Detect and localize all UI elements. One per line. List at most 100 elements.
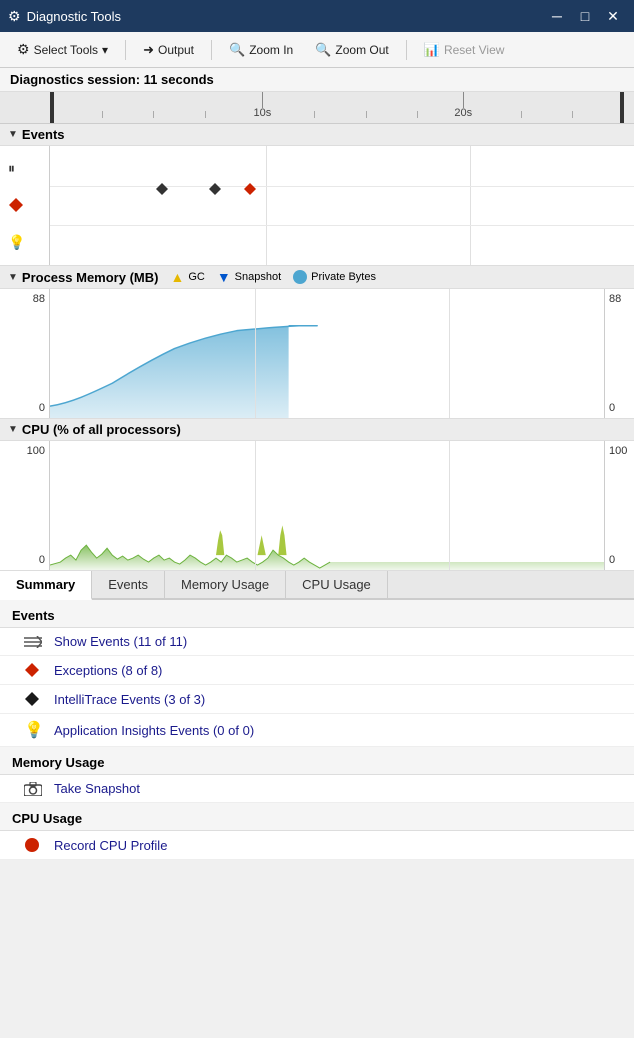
tab-summary[interactable]: Summary — [0, 571, 92, 600]
tab-cpu-usage[interactable]: CPU Usage — [286, 571, 388, 598]
events-h-sep-1 — [50, 186, 634, 187]
memory-y-min: 0 — [4, 402, 45, 414]
bottom-panel: Summary Events Memory Usage CPU Usage Ev… — [0, 571, 634, 860]
private-bytes-icon — [293, 270, 307, 284]
session-label: Diagnostics session: 11 seconds — [10, 72, 214, 87]
intellitrace-diamond-icon — [24, 691, 44, 707]
ruler-minor-tick-4 — [314, 111, 315, 119]
camera-icon — [24, 782, 44, 796]
record-icon — [24, 837, 44, 853]
events-y-axis: ⏸ 💡 — [0, 146, 50, 265]
legend-gc: ▲ GC — [170, 269, 204, 285]
events-header-title: ▼ Events — [8, 127, 65, 142]
summary-item-show-events[interactable]: Show Events (11 of 11) — [0, 628, 634, 656]
memory-area-chart — [50, 289, 604, 418]
toolbar: ⚙ Select Tools ▾ ➜ Output 🔍 Zoom In 🔍 Zo… — [0, 32, 634, 68]
memory-y-min-right: 0 — [609, 402, 630, 414]
summary-item-appinsights[interactable]: 💡 Application Insights Events (0 of 0) — [0, 714, 634, 747]
toolbar-separator-1 — [125, 40, 126, 60]
take-snapshot-text: Take Snapshot — [54, 781, 140, 796]
ruler-minor-tick-6 — [417, 111, 418, 119]
title-bar: ⚙ Diagnostic Tools ─ □ ✕ — [0, 0, 634, 32]
tab-events[interactable]: Events — [92, 571, 165, 598]
cpu-chart: 100 0 100 0 — [0, 441, 634, 571]
summary-cpu-title: CPU Usage — [0, 803, 634, 831]
events-vert-line-2 — [470, 146, 471, 265]
memory-title: Process Memory (MB) — [22, 270, 159, 285]
cpu-vert-1 — [255, 441, 256, 570]
summary-item-intellitrace[interactable]: IntelliTrace Events (3 of 3) — [0, 685, 634, 714]
memory-chart: 88 0 88 0 — [0, 289, 634, 419]
close-button[interactable]: ✕ — [600, 3, 626, 29]
intellitrace-event-2[interactable] — [208, 182, 222, 196]
memory-y-axis: 88 0 — [0, 289, 50, 418]
legend-snapshot: ▼ Snapshot — [217, 269, 281, 285]
timeline-end-marker — [620, 92, 624, 123]
ruler-minor-tick-1 — [102, 111, 103, 119]
events-plot — [50, 146, 634, 265]
minimize-button[interactable]: ─ — [544, 3, 570, 29]
show-events-text: Show Events (11 of 11) — [54, 634, 187, 649]
toolbar-separator-3 — [406, 40, 407, 60]
exception-event-1[interactable] — [243, 182, 257, 196]
appinsights-text: Application Insights Events (0 of 0) — [54, 723, 254, 738]
memory-y-axis-right: 88 0 — [604, 289, 634, 418]
zoom-in-label: Zoom In — [249, 43, 293, 57]
ruler-area: 10s 20s — [50, 92, 624, 123]
cpu-y-axis-right: 100 0 — [604, 441, 634, 570]
cpu-y-axis: 100 0 — [0, 441, 50, 570]
summary-memory-title: Memory Usage — [0, 747, 634, 775]
summary-item-exceptions[interactable]: Exceptions (8 of 8) — [0, 656, 634, 685]
zoom-out-button[interactable]: 🔍 Zoom Out — [306, 38, 398, 62]
summary-item-record-cpu[interactable]: Record CPU Profile — [0, 831, 634, 860]
events-collapse-arrow[interactable]: ▼ — [8, 129, 18, 140]
zoom-in-button[interactable]: 🔍 Zoom In — [220, 38, 302, 62]
select-tools-button[interactable]: ⚙ Select Tools ▾ — [8, 37, 117, 62]
events-section-header: ▼ Events — [0, 124, 634, 146]
zoom-out-icon: 🔍 — [315, 42, 331, 58]
maximize-button[interactable]: □ — [572, 3, 598, 29]
events-chart: ⏸ 💡 — [0, 146, 634, 266]
summary-item-take-snapshot[interactable]: Take Snapshot — [0, 775, 634, 803]
intellitrace-text: IntelliTrace Events (3 of 3) — [54, 692, 205, 707]
cpu-y-max: 100 — [4, 445, 45, 457]
output-button[interactable]: ➜ Output — [134, 38, 203, 62]
diagnostic-tools-icon: ⚙ — [8, 8, 21, 25]
cpu-section-header: ▼ CPU (% of all processors) — [0, 419, 634, 441]
cpu-y-min-right: 0 — [609, 554, 630, 566]
exception-icon — [8, 197, 45, 213]
cpu-header-title: ▼ CPU (% of all processors) — [8, 422, 181, 437]
private-bytes-label: Private Bytes — [311, 271, 376, 283]
reset-view-button[interactable]: 📊 Reset View — [415, 38, 514, 62]
summary-content: Events Show Events (11 of 11) Exceptions… — [0, 600, 634, 860]
appinsights-icon: 💡 — [8, 234, 45, 251]
timeline-ruler[interactable]: 10s 20s — [0, 92, 634, 124]
events-title: Events — [22, 127, 65, 142]
appinsights-bulb-icon: 💡 — [24, 720, 44, 740]
output-icon: ➜ — [143, 42, 154, 58]
snapshot-label: Snapshot — [235, 271, 281, 283]
snapshot-icon: ▼ — [217, 269, 231, 285]
gc-label: GC — [188, 271, 205, 283]
cpu-y-min: 0 — [4, 554, 45, 566]
tab-memory-usage[interactable]: Memory Usage — [165, 571, 286, 598]
memory-section-header: ▼ Process Memory (MB) ▲ GC ▼ Snapshot Pr… — [0, 266, 634, 289]
record-cpu-text: Record CPU Profile — [54, 838, 167, 853]
ruler-minor-tick-8 — [572, 111, 573, 119]
memory-y-max-right: 88 — [609, 293, 630, 305]
reset-view-label: Reset View — [444, 43, 504, 57]
ruler-tick-20s — [463, 92, 464, 108]
memory-collapse-arrow[interactable]: ▼ — [8, 272, 18, 283]
ruler-label-20s: 20s — [454, 107, 472, 119]
intellitrace-event-1[interactable] — [155, 182, 169, 196]
ruler-label-10s: 10s — [254, 107, 272, 119]
title-bar-text: Diagnostic Tools — [27, 9, 121, 24]
cpu-collapse-arrow[interactable]: ▼ — [8, 424, 18, 435]
cpu-area-chart — [50, 441, 604, 570]
legend-private-bytes: Private Bytes — [293, 270, 376, 284]
dropdown-arrow-icon: ▾ — [102, 43, 108, 57]
tabs-bar: Summary Events Memory Usage CPU Usage — [0, 571, 634, 600]
summary-events-title: Events — [0, 600, 634, 628]
memory-y-max: 88 — [4, 293, 45, 305]
gc-icon: ▲ — [170, 269, 184, 285]
